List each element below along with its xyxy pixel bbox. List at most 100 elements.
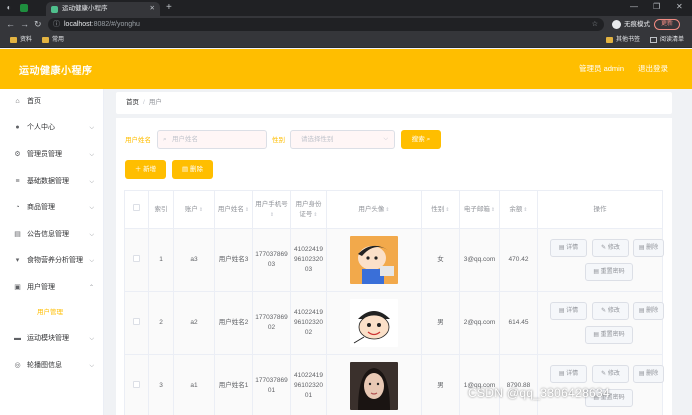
- delete-button[interactable]: ▤ 删除: [172, 160, 213, 179]
- sort-icon[interactable]: ⇕: [313, 212, 317, 218]
- logout-link[interactable]: 退出登录: [638, 63, 668, 74]
- sidebar-item-notices[interactable]: ▤ 公告信息管理 ⌵: [0, 222, 104, 248]
- row-checkbox[interactable]: [133, 317, 140, 325]
- sidebar-item-label: 个人中心: [27, 124, 55, 131]
- bookmark-label: 常用: [52, 37, 65, 43]
- select-all-checkbox[interactable]: [133, 204, 140, 211]
- detail-button[interactable]: ▤ 详情: [550, 302, 587, 320]
- reload-icon[interactable]: ↻: [34, 19, 42, 30]
- detail-button[interactable]: ▤ 详情: [550, 365, 587, 383]
- row-checkbox[interactable]: [133, 380, 140, 388]
- column-account[interactable]: 账户⇕: [173, 190, 215, 229]
- cell-phone: 17703786901: [252, 354, 291, 415]
- edit-label: 修改: [607, 308, 620, 314]
- add-button-label: 新增: [143, 166, 157, 173]
- column-idcard[interactable]: 用户身份证号⇕: [290, 190, 327, 229]
- browser-tab[interactable]: 运动健康小程序 ✕: [46, 2, 160, 16]
- add-button[interactable]: ＋ 新增: [125, 160, 166, 179]
- sidebar-item-profile[interactable]: ● 个人中心 ⌵: [0, 115, 104, 141]
- cartoon-avatar-icon: [350, 236, 398, 284]
- search-icon: ⌕: [163, 136, 167, 143]
- column-balance[interactable]: 余额⇕: [499, 190, 538, 229]
- column-phone[interactable]: 用户手机号 ⇕: [252, 190, 291, 229]
- folder-icon: [606, 37, 613, 43]
- update-button[interactable]: 更新: [654, 19, 680, 30]
- sort-icon[interactable]: ⇕: [385, 207, 389, 213]
- chevron-up-icon: ⌃: [88, 285, 94, 291]
- cell-balance: 8790.88: [499, 354, 538, 415]
- site-info-icon[interactable]: ⓘ: [53, 18, 60, 31]
- sidebar-item-users[interactable]: ▣ 用户管理 ⌃: [0, 275, 104, 301]
- sidebar-item-goods[interactable]: ◔ 商品管理 ⌵: [0, 195, 104, 221]
- edit-label: 修改: [607, 245, 620, 251]
- sort-icon[interactable]: ⇕: [523, 207, 527, 213]
- cell-avatar: [326, 354, 422, 415]
- cell-name: 用户姓名2: [214, 291, 253, 355]
- goods-icon: ◔: [15, 204, 20, 211]
- row-checkbox[interactable]: [133, 254, 140, 262]
- sort-icon[interactable]: ⇕: [270, 212, 274, 218]
- table-row: 1 a3 用户姓名3 17703786903 41022419961023200…: [124, 228, 664, 292]
- cell-index: 2: [148, 291, 174, 355]
- delete-label: 删除: [646, 371, 659, 377]
- sidebar-item-label: 轮播图信息: [27, 362, 62, 369]
- cell-idcard: 410224199610232002: [290, 291, 327, 355]
- other-bookmarks[interactable]: 其他书签: [606, 35, 640, 46]
- browser-menu-icon[interactable]: ◐: [4, 3, 14, 13]
- column-name[interactable]: 用户姓名⇕: [214, 190, 253, 229]
- detail-button[interactable]: ▤ 详情: [550, 239, 587, 257]
- row-delete-button[interactable]: ▤ 删除: [633, 365, 664, 383]
- avatar: [350, 299, 398, 347]
- sidebar-item-home[interactable]: ⌂ 首页: [0, 89, 104, 115]
- sidebar-item-admins[interactable]: ⚙ 管理员管理 ⌵: [0, 142, 104, 168]
- chevron-down-icon: ⌵: [89, 336, 94, 342]
- edit-button[interactable]: ✎ 修改: [592, 302, 629, 320]
- column-label: 用户手机号: [255, 200, 288, 208]
- sidebar-subitem-user-management[interactable]: 用户管理: [0, 302, 104, 324]
- gender-select[interactable]: 请选择性别 ⌵: [290, 130, 395, 149]
- sort-icon[interactable]: ⇕: [445, 207, 449, 213]
- sort-icon[interactable]: ⇕: [245, 207, 249, 213]
- address-bar[interactable]: ⓘ localhost:8082/#/yonghu ☆: [48, 18, 604, 31]
- new-tab-button[interactable]: +: [166, 2, 172, 13]
- row-delete-button[interactable]: ▤ 删除: [633, 302, 664, 320]
- sort-icon[interactable]: ⇕: [199, 207, 203, 213]
- sidebar-item-sports[interactable]: ▬ 运动模块管理 ⌵: [0, 326, 104, 352]
- bookmark-star-icon[interactable]: ☆: [592, 18, 598, 31]
- edit-button[interactable]: ✎ 修改: [592, 365, 629, 383]
- minimize-icon[interactable]: —: [630, 2, 638, 11]
- column-gender[interactable]: 性别⇕: [421, 190, 460, 229]
- sort-icon[interactable]: ⇕: [491, 207, 495, 213]
- bookmark-folder[interactable]: 常用: [42, 35, 64, 46]
- plus-icon: ＋: [134, 166, 142, 173]
- food-icon: ▾: [15, 257, 20, 264]
- name-filter-input[interactable]: ⌕ 用户姓名: [157, 130, 267, 149]
- bookmark-folder[interactable]: 资料: [10, 35, 32, 46]
- sidebar-item-nutrition[interactable]: ▾ 食物营养分析管理 ⌵: [0, 248, 104, 274]
- restore-icon[interactable]: ❐: [653, 2, 660, 11]
- search-button[interactable]: 搜索 ⌕: [401, 130, 441, 149]
- bookmark-label: 阅读清单: [660, 37, 685, 43]
- column-avatar[interactable]: 用户头像⇕: [326, 190, 422, 229]
- close-window-icon[interactable]: ✕: [676, 2, 683, 11]
- browser-tab-bar: ◐ 运动健康小程序 ✕ + — ❐ ✕: [0, 0, 692, 16]
- cell-phone: 17703786903: [252, 228, 291, 292]
- row-delete-button[interactable]: ▤ 删除: [633, 239, 664, 257]
- column-label: 电子邮箱: [463, 205, 490, 213]
- name-filter-placeholder: 用户姓名: [172, 136, 198, 143]
- sidebar-item-basic-data[interactable]: ≡ 基础数据管理 ⌵: [0, 169, 104, 195]
- sidebar-item-carousel[interactable]: ◎ 轮播图信息 ⌵: [0, 353, 104, 379]
- gender-select-placeholder: 请选择性别: [301, 136, 334, 143]
- back-icon[interactable]: ←: [6, 19, 15, 30]
- edit-button[interactable]: ✎ 修改: [592, 239, 629, 257]
- forward-icon[interactable]: →: [20, 19, 29, 30]
- cell-idcard: 410224199610232001: [290, 354, 327, 415]
- column-email[interactable]: 电子邮箱⇕: [459, 190, 500, 229]
- close-tab-icon[interactable]: ✕: [150, 2, 155, 16]
- breadcrumb-home[interactable]: 首页: [126, 99, 139, 106]
- reset-password-button[interactable]: ▤ 重置密码: [585, 326, 633, 344]
- incognito-indicator[interactable]: 无痕模式: [612, 19, 650, 30]
- reading-list[interactable]: 阅读清单: [650, 35, 684, 46]
- tab-group-icon[interactable]: [20, 4, 28, 12]
- reset-password-button[interactable]: ▤ 重置密码: [585, 263, 633, 281]
